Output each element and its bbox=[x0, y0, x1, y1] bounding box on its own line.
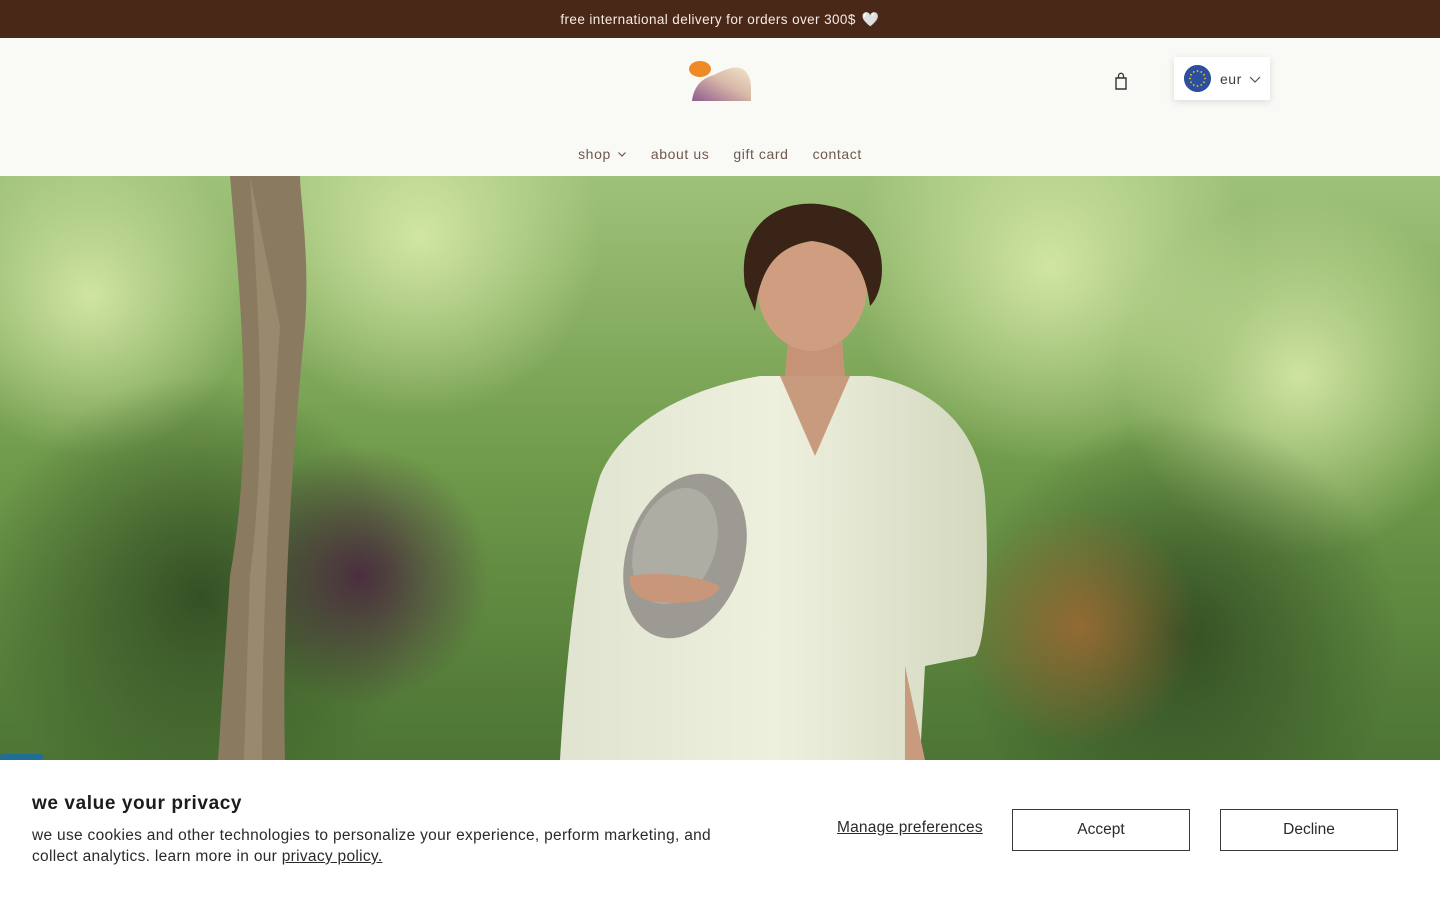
accept-button[interactable]: Accept bbox=[1012, 809, 1190, 851]
decline-button[interactable]: Decline bbox=[1220, 809, 1398, 851]
privacy-policy-link[interactable]: privacy policy. bbox=[282, 848, 383, 865]
nav-item-shop[interactable]: shop bbox=[566, 142, 639, 166]
brand-logo[interactable] bbox=[688, 58, 752, 102]
cookie-banner: we value your privacy we use cookies and… bbox=[0, 760, 1440, 900]
cart-icon[interactable] bbox=[1110, 70, 1132, 92]
announcement-text: free international delivery for orders o… bbox=[560, 11, 856, 27]
hero-image[interactable] bbox=[0, 176, 1440, 760]
cookie-banner-body: we use cookies and other technologies to… bbox=[32, 825, 752, 867]
nav-item-label: about us bbox=[650, 146, 710, 162]
cookie-banner-title: we value your privacy bbox=[32, 793, 243, 814]
currency-code: eur bbox=[1220, 70, 1242, 87]
chevron-down-icon bbox=[1249, 76, 1261, 83]
nav-item-label: gift card bbox=[733, 146, 789, 162]
nav-item-gift-card[interactable]: gift card bbox=[721, 142, 800, 166]
nav-item-label: shop bbox=[578, 146, 611, 162]
nav-item-contact[interactable]: contact bbox=[801, 142, 874, 166]
site-header: eur shop about us gift card contact bbox=[0, 38, 1440, 176]
announcement-bar: free international delivery for orders o… bbox=[0, 0, 1440, 38]
nav-item-label: contact bbox=[812, 146, 862, 162]
main-nav: shop about us gift card contact bbox=[0, 142, 1440, 166]
chevron-down-icon bbox=[617, 152, 626, 157]
currency-selector[interactable]: eur bbox=[1174, 57, 1270, 100]
eu-flag-icon bbox=[1184, 65, 1211, 92]
nav-item-about-us[interactable]: about us bbox=[639, 142, 722, 166]
hero-photo-man-holding-stone bbox=[0, 176, 1440, 760]
heart-emoji: 🤍 bbox=[861, 10, 880, 27]
manage-preferences-link[interactable]: Manage preferences bbox=[837, 819, 983, 837]
